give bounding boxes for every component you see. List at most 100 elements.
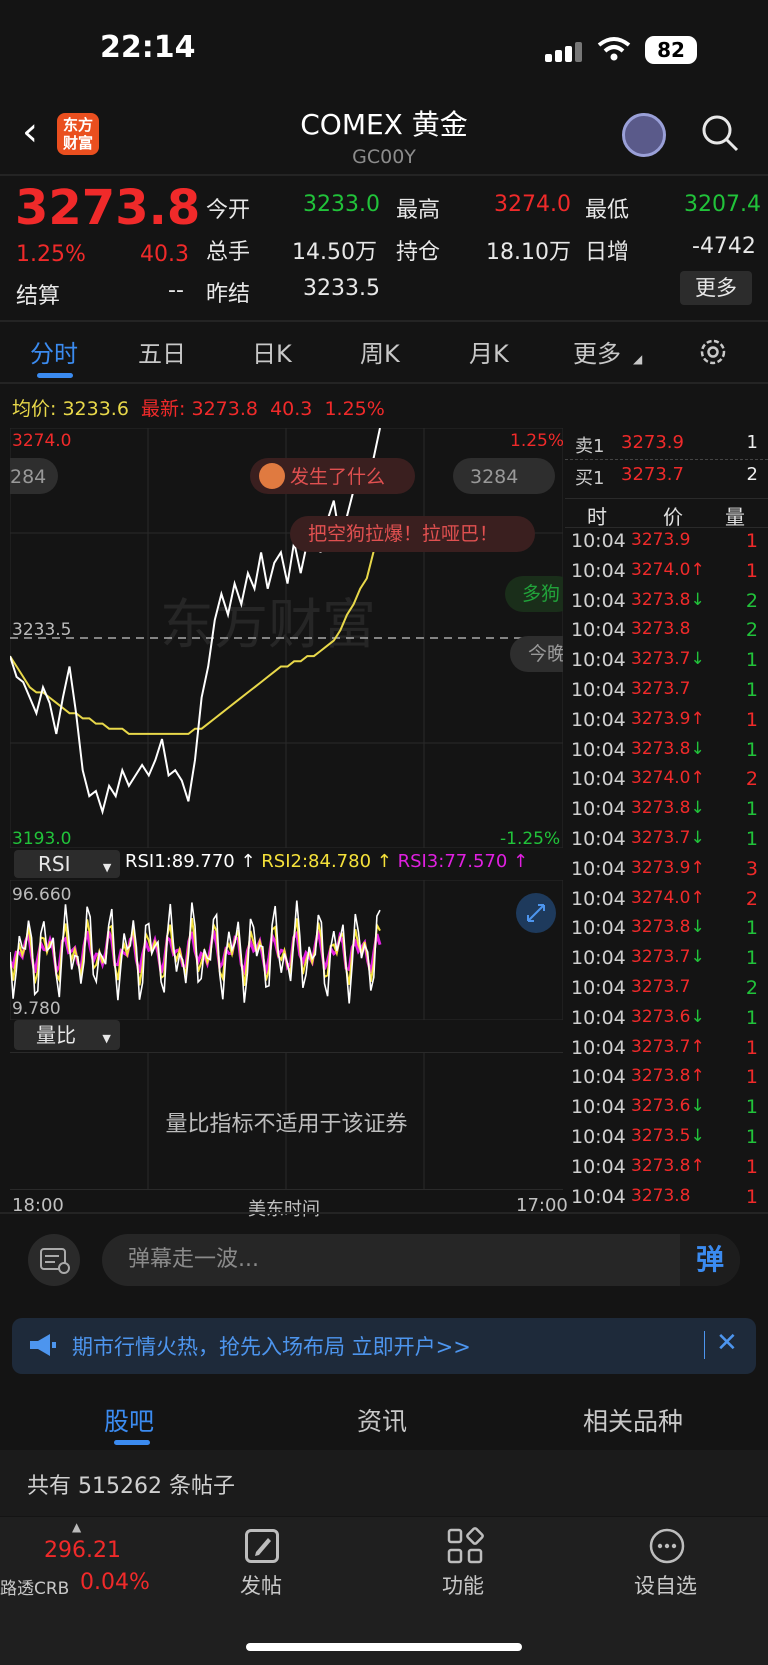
intraday-chart[interactable]: 东方财富 3274.0 1.25% 3193.0 -1.25% 3233.5 2… <box>10 428 563 848</box>
arrow-up-icon: ↑ <box>690 1066 705 1087</box>
post-button[interactable]: 发帖 <box>240 1570 282 1600</box>
tick-time: 10:04 <box>571 947 626 970</box>
tick-row: 10:04 3273.8↓ 1 <box>565 739 768 769</box>
tick-qty: 1 <box>745 1126 758 1148</box>
tab-indicator <box>114 1440 150 1445</box>
tick-qty: 1 <box>745 1066 758 1089</box>
tick-time: 10:04 <box>571 917 626 940</box>
features-grid-icon[interactable] <box>446 1527 484 1569</box>
more-quote-button[interactable]: 更多 <box>680 271 752 305</box>
tab-five-day[interactable]: 五日 <box>138 334 186 369</box>
bottom-percent-label: -1.25% <box>500 829 560 848</box>
tick-row: 10:04 3273.5↓ 1 <box>565 1126 768 1156</box>
tab-news[interactable]: 资讯 <box>357 1402 407 1438</box>
tick-price: 3273.5↓ <box>631 1126 705 1146</box>
rsi1-value: RSI1:89.770 ↑ <box>125 851 256 872</box>
top-price-label: 3274.0 <box>12 431 71 451</box>
tab-indicator <box>37 373 73 378</box>
assistant-robot-icon[interactable] <box>622 113 666 157</box>
caret-up-icon[interactable]: ▲ <box>72 1520 81 1534</box>
danmaku-settings-icon[interactable] <box>28 1234 80 1286</box>
tick-qty: 2 <box>745 589 758 612</box>
tick-time: 10:04 <box>571 1185 626 1208</box>
volume-ratio-label: 量比 <box>36 1023 76 1047</box>
arrow-up-icon: ↑ <box>690 708 705 729</box>
tick-price: 3273.9↑ <box>631 857 705 878</box>
edit-post-icon[interactable] <box>245 1529 279 1563</box>
arrow-down-icon: ↓ <box>690 1006 705 1027</box>
arrow-down-icon: ↓ <box>690 738 705 759</box>
change-amount: 40.3 <box>140 242 189 267</box>
tick-qty: 2 <box>745 887 758 910</box>
index-percent[interactable]: 0.04% <box>80 1570 150 1595</box>
search-icon[interactable] <box>700 113 740 153</box>
arrow-up-icon: ↑ <box>690 857 705 878</box>
tick-row: 10:04 3273.8 2 <box>565 619 768 649</box>
tick-price: 3273.7↓ <box>631 947 705 968</box>
danmaku-input[interactable]: 弹幕走一波... <box>102 1234 740 1286</box>
tab-monthly-k[interactable]: 月K <box>469 334 509 369</box>
latest-value: 3273.8 <box>191 398 258 420</box>
tick-price: 3273.8↑ <box>631 1066 705 1087</box>
index-name[interactable]: 路透CRB <box>0 1574 69 1599</box>
chevron-down-icon: ▼ <box>102 861 112 874</box>
arrow-down-icon: ↓ <box>690 649 705 670</box>
rsi-chart[interactable]: 96.660 9.780 <box>10 880 563 1020</box>
arrow-up-icon: ↑ <box>690 1155 705 1176</box>
tick-time: 10:04 <box>571 708 626 731</box>
more-dots-icon[interactable] <box>648 1527 686 1569</box>
gear-icon[interactable] <box>697 336 729 368</box>
tick-row: 10:04 3273.8↓ 2 <box>565 590 768 620</box>
tick-price: 3273.6↓ <box>631 1006 705 1027</box>
ticks-list[interactable]: 10:04 3273.9 1 10:04 3274.0↑ 1 10:04 3273.8↓ 2 10… <box>565 530 768 1215</box>
bid-price: 3273.7 <box>621 464 684 485</box>
tick-price: 3273.7 <box>631 977 691 997</box>
tick-row: 10:04 3274.0↑ 2 <box>565 888 768 918</box>
features-button[interactable]: 功能 <box>442 1570 484 1600</box>
tick-time: 10:04 <box>571 559 626 582</box>
prev-settle-label: 昨结 <box>206 282 251 307</box>
ask-1-row: 卖1 3273.9 1 <box>565 428 768 460</box>
tick-qty: 1 <box>745 649 758 672</box>
promo-banner-text[interactable]: 期市行情火热，抢先入场布局 立即开户>> <box>72 1331 471 1361</box>
tab-related[interactable]: 相关品种 <box>583 1402 683 1438</box>
daily-increase-value: -4742 <box>692 234 756 259</box>
tab-more[interactable]: 更多 <box>573 334 621 369</box>
tick-qty: 1 <box>745 1096 758 1119</box>
index-value[interactable]: 296.21 <box>44 1538 121 1563</box>
latest-percent: 1.25% <box>324 398 385 420</box>
tab-intraday[interactable]: 分时 <box>30 334 78 369</box>
rsi3-value: RSI3:77.570 ↑ <box>397 851 529 872</box>
rsi-indicator-select[interactable]: RSI ▼ <box>14 850 120 878</box>
divider <box>0 174 768 176</box>
prev-settle-value: 3233.5 <box>303 276 380 301</box>
rsi-min-label: 9.780 <box>12 999 61 1019</box>
tick-qty: 2 <box>745 619 758 642</box>
tab-guba[interactable]: 股吧 <box>104 1402 154 1438</box>
add-watchlist-button[interactable]: 设自选 <box>634 1570 697 1600</box>
tab-daily-k[interactable]: 日K <box>252 334 292 369</box>
tick-time: 10:04 <box>571 530 626 552</box>
tick-price: 3273.8↑ <box>631 1155 705 1176</box>
danmaku-text: 今晚 <box>528 643 563 665</box>
divider <box>0 1212 768 1214</box>
danmaku-send-button[interactable]: 弹 <box>680 1234 740 1286</box>
battery-icon: 82 <box>645 36 697 64</box>
change-percent: 1.25% <box>16 242 86 267</box>
close-icon[interactable]: ✕ <box>716 1328 738 1358</box>
tick-row: 10:04 3273.7 1 <box>565 679 768 709</box>
avg-value: 3233.6 <box>62 398 129 420</box>
volume-ratio-select[interactable]: 量比 ▼ <box>14 1020 120 1050</box>
dropdown-triangle-icon: ◢ <box>633 352 643 366</box>
bid-label: 买1 <box>575 468 605 489</box>
tick-row: 10:04 3273.9↑ 1 <box>565 709 768 739</box>
danmaku-text: 3284 <box>470 466 518 488</box>
tick-time: 10:04 <box>571 679 626 701</box>
ask-price: 3273.9 <box>621 432 684 453</box>
high-value: 3274.0 <box>494 192 571 217</box>
megaphone-icon <box>28 1332 58 1362</box>
tab-weekly-k[interactable]: 周K <box>360 334 400 369</box>
tick-qty: 1 <box>745 1036 758 1059</box>
arrow-down-icon: ↓ <box>690 1096 705 1117</box>
ticks-price-header: 价 <box>663 505 683 529</box>
